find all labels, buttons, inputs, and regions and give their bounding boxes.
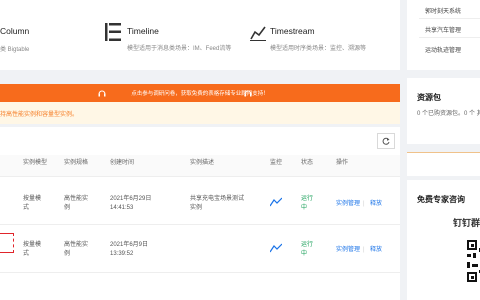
instance-model: 按量模	[23, 242, 42, 248]
instance-desc: 实例	[190, 205, 203, 211]
instance-spec: 高性能实	[64, 242, 89, 248]
scenario-link[interactable]: 共享汽车管理	[425, 25, 461, 34]
resource-package-panel: 资源包 0 个已购资源包。0 个 其	[407, 78, 480, 144]
column-header: 操作	[336, 160, 349, 166]
survey-banner-text: 点击参与调研问卷，获取免费的表格存储专业顾问支持！	[131, 91, 269, 97]
resource-package-title: 资源包	[417, 93, 441, 102]
column-header: 创建时间	[110, 160, 135, 166]
instance-type-notice: 持高性能实例和容量型实例。	[0, 102, 400, 124]
refresh-button[interactable]	[377, 133, 395, 149]
divider	[419, 37, 480, 38]
model-intro-panel: Column 类 Bigtable Timeline 模型适用于消息类场景：IM…	[0, 0, 400, 70]
notice-text: 持高性能实例和容量型实例。	[0, 112, 79, 118]
separator: |	[363, 247, 365, 253]
model-name: Column	[0, 26, 30, 36]
separator: |	[363, 201, 365, 207]
monitor-chart-icon[interactable]	[270, 197, 282, 207]
refresh-icon	[382, 137, 390, 145]
instance-model: 按量模	[23, 196, 42, 202]
instance-table: 实例模型 实例规格 创建时间 实例描述 监控 状态 操作 按量模 式 高性能实 …	[0, 127, 400, 300]
status-badge: 运行	[301, 242, 314, 248]
instance-model: 式	[23, 251, 30, 257]
created-date: 2021年6月29日	[110, 196, 152, 202]
column-header: 监控	[270, 160, 283, 166]
side-placeholder-card	[407, 152, 480, 176]
model-desc: 模型适用于消息类场景：IM、Feed流等	[127, 46, 232, 52]
model-desc: 类 Bigtable	[0, 47, 30, 53]
model-name: Timeline	[127, 26, 159, 36]
timestream-icon	[250, 26, 266, 41]
qr-code	[467, 240, 480, 288]
created-time: 14:41:53	[110, 205, 134, 211]
table-header: 实例模型 实例规格 创建时间 实例描述 监控 状态 操作	[0, 155, 400, 177]
status-badge: 中	[301, 205, 308, 211]
table-row: 按量模 式 高性能实 例 2021年6月9日 13:39:52 运行 中 实例管…	[0, 225, 400, 273]
instance-spec: 高性能实	[64, 196, 89, 202]
instance-model: 式	[23, 205, 30, 211]
annotation-mark	[0, 233, 14, 253]
expert-consult-title: 免费专家咨询	[417, 195, 465, 204]
model-desc: 模型适用时序类场景：监控、溯源等	[270, 46, 367, 52]
column-header: 实例描述	[190, 160, 215, 166]
scenario-links-panel: 郭时刻天系统 共享汽车管理 运动轨迹管理	[407, 0, 480, 70]
instance-spec: 例	[64, 251, 71, 257]
monitor-chart-icon[interactable]	[270, 243, 282, 253]
model-name: Timestream	[270, 26, 315, 36]
created-time: 13:39:52	[110, 251, 134, 257]
created-date: 2021年6月9日	[110, 242, 149, 248]
manage-instance-link[interactable]: 实例管理	[336, 200, 360, 208]
instance-spec: 例	[64, 205, 71, 211]
release-link[interactable]: 释放	[370, 200, 382, 208]
page: Column 类 Bigtable Timeline 模型适用于消息类场景：IM…	[0, 0, 480, 300]
divider	[419, 18, 480, 19]
expert-consult-panel: 免费专家咨询 钉钉群	[407, 180, 480, 300]
scenario-link[interactable]: 郭时刻天系统	[425, 6, 461, 15]
survey-banner[interactable]: 点击参与调研问卷，获取免费的表格存储专业顾问支持！	[0, 84, 400, 102]
column-header: 实例规格	[64, 160, 89, 166]
timeline-icon	[105, 23, 121, 41]
status-badge: 运行	[301, 196, 314, 202]
headset-icon	[244, 90, 252, 97]
resource-package-count: 0 个已购资源包。0 个 其	[417, 111, 480, 117]
status-badge: 中	[301, 251, 308, 257]
instance-desc: 共享充电宝场景测试	[190, 196, 245, 202]
table-row: 按量模 式 高性能实 例 2021年6月29日 14:41:53 共享充电宝场景…	[0, 177, 400, 225]
release-link[interactable]: 释放	[370, 246, 382, 254]
column-header: 状态	[301, 160, 314, 166]
column-header: 实例模型	[23, 160, 48, 166]
scenario-link[interactable]: 运动轨迹管理	[425, 45, 461, 54]
dingtalk-group-label: 钉钉群	[453, 218, 480, 228]
manage-instance-link[interactable]: 实例管理	[336, 246, 360, 254]
